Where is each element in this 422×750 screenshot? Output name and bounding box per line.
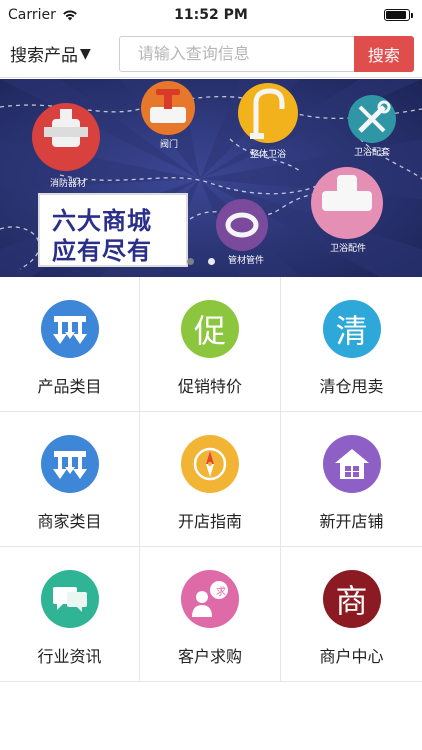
arrows-down-icon — [40, 300, 99, 358]
menu-item-product-category[interactable]: 产品类目 — [0, 277, 140, 412]
status-left: Carrier — [8, 7, 78, 23]
banner-label-valve: 阀门 — [160, 140, 179, 150]
carousel-dot-1[interactable] — [187, 258, 194, 265]
menu-item-label: 商家类目 — [37, 512, 102, 531]
valve-icon — [141, 81, 195, 135]
fire-equipment-icon — [32, 103, 100, 171]
dropdown-triangle-icon: ▼ — [80, 45, 91, 62]
search-bar: 搜索产品 ▼ 搜索 — [0, 30, 422, 78]
search-button[interactable]: 搜索 — [353, 35, 414, 72]
wifi-icon — [62, 9, 78, 21]
banner-label-fire: 消防器材 — [50, 179, 87, 189]
menu-item-label: 促销特价 — [177, 377, 242, 396]
menu-item-new-stores[interactable]: 新开店铺 — [281, 412, 422, 547]
bathroom-fixture-icon — [238, 83, 298, 143]
status-bar: Carrier 11:52 PM — [0, 0, 422, 30]
carousel-dots — [0, 258, 422, 265]
menu-grid: 产品类目 促 促销特价 清 清仓甩卖 商家类目 开店指南 新开店铺 行业资讯 求… — [0, 277, 422, 682]
banner-label-bathroom: 整体卫浴 — [250, 150, 287, 160]
menu-item-label: 产品类目 — [37, 377, 102, 396]
menu-item-label: 客户求购 — [177, 647, 242, 666]
bathroom-parts-icon — [311, 167, 383, 239]
promo-banner[interactable]: 消防器材 阀门 整体卫浴 卫浴配套 管材管件 卫浴配件 六大商城 应有尽有 — [0, 79, 422, 277]
menu-item-industry-news[interactable]: 行业资讯 — [0, 547, 140, 682]
search-input[interactable] — [118, 35, 357, 72]
merchant-char-icon: 商 — [322, 570, 381, 628]
chat-bubbles-icon — [40, 570, 99, 628]
menu-item-merchant-category[interactable]: 商家类目 — [0, 412, 140, 547]
search-category-label: 搜索产品 — [10, 46, 78, 66]
menu-item-customer-requests[interactable]: 求 客户求购 — [140, 547, 281, 682]
carrier-label: Carrier — [8, 7, 56, 23]
house-icon — [322, 435, 381, 493]
promo-char-icon: 促 — [181, 300, 239, 358]
pipe-fittings-icon — [216, 199, 268, 251]
bathroom-accessory-tools-icon — [348, 95, 396, 143]
menu-item-label: 商户中心 — [319, 647, 384, 666]
battery-icon — [384, 9, 413, 21]
customer-request-icon: 求 — [181, 570, 239, 628]
clearance-char-icon: 清 — [322, 300, 381, 358]
request-char: 求 — [216, 587, 226, 598]
menu-item-promotions[interactable]: 促 促销特价 — [140, 277, 281, 412]
menu-item-clearance[interactable]: 清 清仓甩卖 — [281, 277, 422, 412]
banner-label-accessory: 卫浴配套 — [354, 148, 391, 158]
compass-icon — [181, 435, 239, 493]
carousel-dot-2[interactable] — [208, 258, 215, 265]
menu-item-label: 新开店铺 — [319, 512, 384, 531]
menu-item-label: 清仓甩卖 — [319, 377, 384, 396]
promo-text-box: 六大商城 应有尽有 — [38, 193, 188, 267]
menu-item-merchant-center[interactable]: 商 商户中心 — [281, 547, 422, 682]
menu-item-label: 开店指南 — [177, 512, 242, 531]
menu-item-store-guide[interactable]: 开店指南 — [140, 412, 281, 547]
search-category-dropdown[interactable]: 搜索产品 ▼ — [10, 41, 117, 67]
battery-fill — [386, 11, 406, 19]
banner-label-parts: 卫浴配件 — [330, 244, 367, 254]
arrows-down-icon — [40, 435, 99, 493]
menu-item-label: 行业资讯 — [37, 647, 102, 666]
